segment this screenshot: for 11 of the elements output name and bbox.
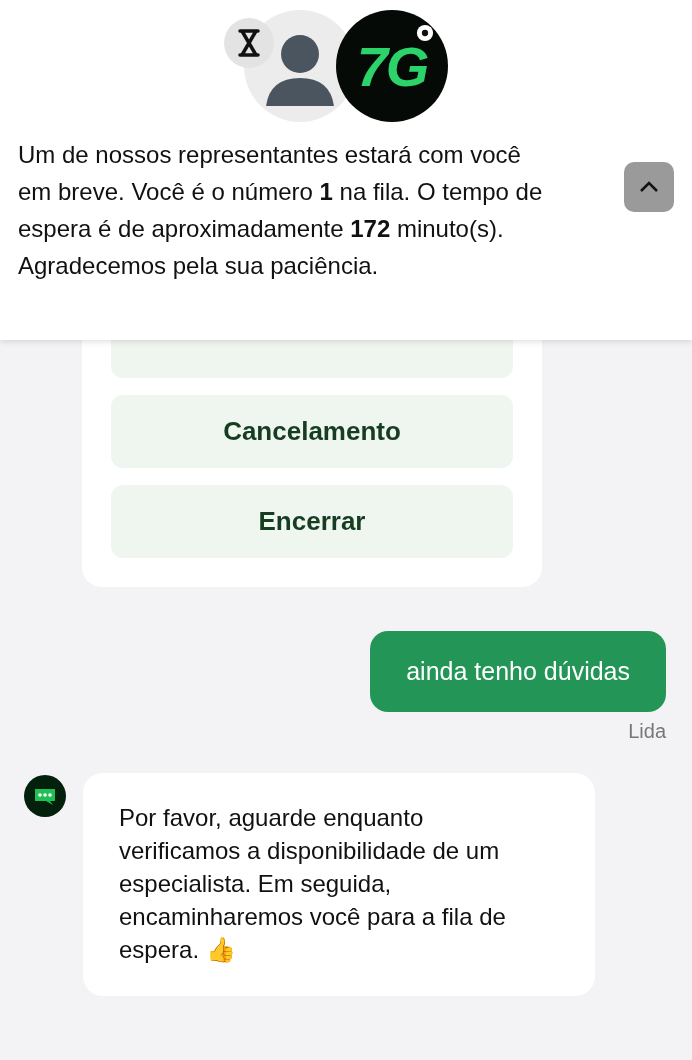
bot-message: Por favor, aguarde enquanto verificamos a disponibilidade de um especialista. Em seguida, encaminharemos você para a fila de espera. 👍 (83, 773, 595, 996)
chevron-up-icon (638, 180, 660, 194)
chat-bubble-icon (24, 775, 66, 817)
user-message: ainda tenho dúvidas (370, 631, 666, 712)
option-button[interactable]: Encerrar (111, 485, 513, 558)
brand-logo: 7G (336, 10, 448, 122)
hourglass-icon (224, 18, 274, 68)
option-button[interactable]: Cancelamento (111, 395, 513, 468)
queue-notice: Um de nossos representantes estará com você em breve. Você é o número 1 na fila. O tempo de espera é de aproximadamente 172 minuto(s). Agradecemos pela sua paciência. (18, 140, 544, 281)
collapse-button[interactable] (624, 162, 674, 212)
read-status: Lida (628, 720, 666, 743)
